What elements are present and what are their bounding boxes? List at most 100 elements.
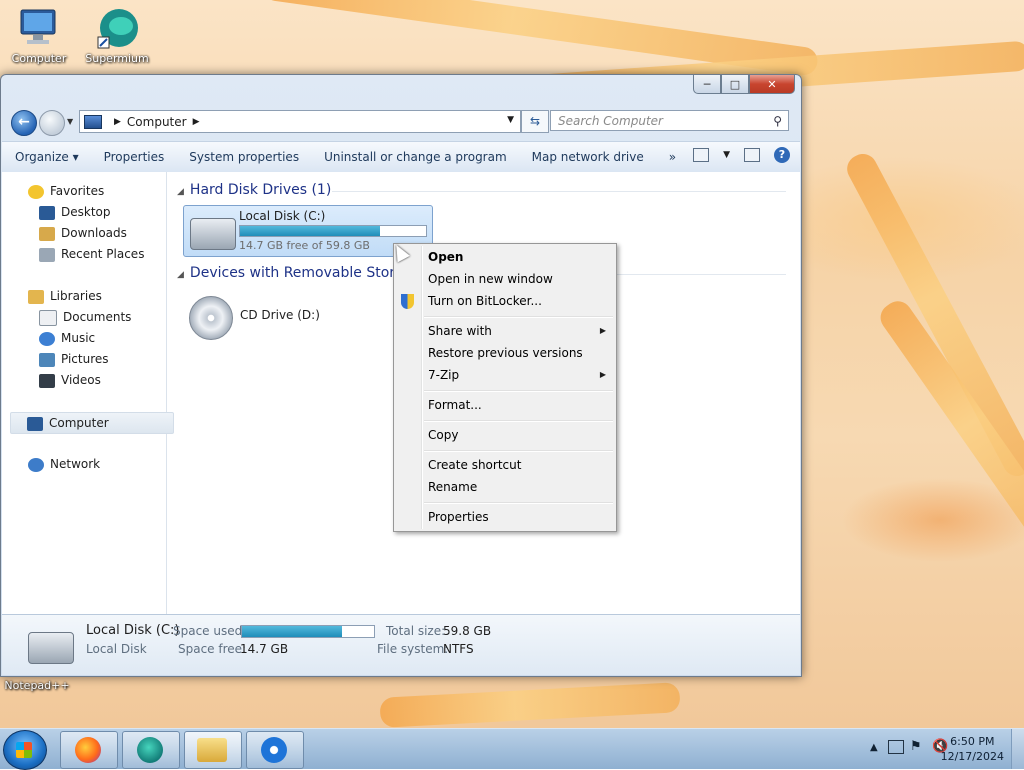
nav-label: Recent Places bbox=[61, 247, 145, 261]
menu-turn-on-bitlocker[interactable]: Turn on BitLocker... bbox=[428, 294, 542, 308]
search-placeholder: Search Computer bbox=[558, 114, 663, 128]
group-hard-disk-drives[interactable]: ◢ Hard Disk Drives (1) bbox=[177, 182, 331, 198]
start-button[interactable] bbox=[3, 730, 47, 770]
address-dropdown-icon[interactable]: ▼ bbox=[507, 115, 514, 125]
details-name: Local Disk (C:) bbox=[86, 623, 180, 638]
teamviewer-icon bbox=[261, 737, 287, 763]
recent-pages-dropdown[interactable]: ▼ bbox=[67, 117, 73, 126]
group-divider bbox=[332, 191, 786, 192]
network-icon bbox=[28, 457, 44, 472]
nav-label: Documents bbox=[63, 310, 132, 324]
menu-separator bbox=[424, 390, 613, 392]
nav-label: Libraries bbox=[50, 289, 102, 303]
collapse-icon[interactable]: ◢ bbox=[177, 187, 184, 197]
nav-videos[interactable]: Videos bbox=[39, 370, 101, 390]
computer-icon bbox=[84, 114, 102, 129]
help-icon[interactable]: ? bbox=[774, 147, 790, 163]
group-divider bbox=[617, 274, 786, 275]
taskbar: ▲ ⚑ 🔇 6:50 PM 12/17/2024 bbox=[0, 728, 1024, 770]
nav-libraries[interactable]: Libraries bbox=[28, 286, 102, 306]
view-dropdown-icon[interactable]: ▼ bbox=[723, 150, 730, 160]
nav-computer[interactable]: Computer bbox=[10, 412, 174, 434]
menu-separator bbox=[424, 502, 613, 504]
menu-open[interactable]: Open bbox=[428, 250, 463, 264]
minimize-button[interactable]: ─ bbox=[693, 75, 721, 94]
windows-logo-icon bbox=[16, 742, 32, 758]
supermium-icon bbox=[137, 737, 163, 763]
drive-usage-fill bbox=[240, 226, 381, 236]
more-commands-button[interactable]: » bbox=[669, 150, 688, 164]
nav-music[interactable]: Music bbox=[39, 328, 95, 348]
collapse-icon[interactable]: ◢ bbox=[177, 270, 184, 280]
details-type: Local Disk bbox=[86, 642, 147, 656]
network-status-icon[interactable] bbox=[888, 740, 904, 754]
menu-open-new-window[interactable]: Open in new window bbox=[428, 272, 553, 286]
menu-properties[interactable]: Properties bbox=[428, 510, 489, 524]
menu-rename[interactable]: Rename bbox=[428, 480, 477, 494]
uninstall-program-button[interactable]: Uninstall or change a program bbox=[324, 150, 519, 164]
nav-favorites[interactable]: Favorites bbox=[28, 181, 104, 201]
action-center-flag-icon[interactable]: ⚑ bbox=[910, 739, 922, 754]
menu-7zip[interactable]: 7-Zip bbox=[428, 368, 459, 382]
back-button[interactable]: ← bbox=[11, 110, 37, 136]
taskbar-teamviewer[interactable] bbox=[246, 731, 304, 769]
map-network-drive-button[interactable]: Map network drive bbox=[532, 150, 656, 164]
nav-pictures[interactable]: Pictures bbox=[39, 349, 109, 369]
desktop-icon-label: Supermium bbox=[85, 52, 149, 65]
menu-separator bbox=[424, 450, 613, 452]
documents-icon bbox=[39, 309, 57, 326]
preview-pane-icon[interactable] bbox=[744, 148, 760, 162]
total-size-label: Total size: bbox=[386, 624, 446, 638]
desktop-icon-supermium[interactable]: Supermium bbox=[82, 6, 152, 65]
folder-icon bbox=[197, 738, 227, 762]
search-icon[interactable]: ⚲ bbox=[773, 111, 782, 132]
organize-button[interactable]: Organize ▾ bbox=[15, 150, 91, 164]
forward-button[interactable] bbox=[39, 110, 65, 136]
properties-button[interactable]: Properties bbox=[104, 150, 177, 164]
supermium-icon bbox=[95, 6, 139, 50]
cd-drive-icon bbox=[189, 296, 233, 340]
breadcrumb-computer[interactable]: Computer bbox=[127, 115, 187, 129]
command-bar: Organize ▾ Properties System properties … bbox=[2, 141, 800, 173]
file-system-label: File system: bbox=[377, 642, 449, 656]
desktop-icon-computer[interactable]: Computer bbox=[4, 6, 74, 65]
menu-format[interactable]: Format... bbox=[428, 398, 482, 412]
nav-network[interactable]: Network bbox=[28, 454, 100, 474]
taskbar-supermium[interactable] bbox=[122, 731, 180, 769]
drive-free-text: 14.7 GB free of 59.8 GB bbox=[239, 239, 370, 252]
space-free-value: 14.7 GB bbox=[240, 642, 289, 656]
details-pane: Local Disk (C:) Local Disk Space used: S… bbox=[2, 614, 800, 675]
menu-create-shortcut[interactable]: Create shortcut bbox=[428, 458, 521, 472]
drive-name: Local Disk (C:) bbox=[239, 209, 326, 223]
breadcrumb-arrow-icon[interactable]: ▶ bbox=[114, 117, 121, 127]
nav-documents[interactable]: Documents bbox=[39, 307, 131, 327]
nav-recent-places[interactable]: Recent Places bbox=[39, 244, 144, 264]
system-properties-button[interactable]: System properties bbox=[189, 150, 311, 164]
menu-copy[interactable]: Copy bbox=[428, 428, 458, 442]
address-bar[interactable]: ▶ Computer ▶ ▼ bbox=[79, 110, 521, 133]
drive-usage-bar bbox=[239, 225, 427, 237]
breadcrumb-arrow-icon[interactable]: ▶ bbox=[193, 117, 200, 127]
taskbar-explorer[interactable] bbox=[184, 731, 242, 769]
show-desktop-button[interactable] bbox=[1011, 729, 1024, 769]
refresh-button[interactable]: ⇆ bbox=[521, 110, 549, 133]
nav-downloads[interactable]: Downloads bbox=[39, 223, 127, 243]
desktop-icon-notepadpp[interactable]: Notepad++ bbox=[2, 679, 72, 692]
videos-icon bbox=[39, 373, 55, 388]
menu-restore-previous-versions[interactable]: Restore previous versions bbox=[428, 346, 583, 360]
menu-share-with[interactable]: Share with bbox=[428, 324, 492, 338]
clock-time: 6:50 PM bbox=[950, 735, 995, 748]
computer-icon bbox=[17, 6, 61, 50]
close-button[interactable]: ✕ bbox=[749, 75, 795, 94]
nav-label: Network bbox=[50, 457, 101, 471]
maximize-button[interactable]: □ bbox=[721, 75, 749, 94]
nav-desktop[interactable]: Desktop bbox=[39, 202, 111, 222]
libraries-icon bbox=[28, 289, 44, 304]
search-input[interactable]: Search Computer ⚲ bbox=[550, 110, 789, 131]
submenu-arrow-icon: ▶ bbox=[599, 370, 606, 379]
taskbar-firefox[interactable] bbox=[60, 731, 118, 769]
change-view-icon[interactable] bbox=[693, 148, 710, 162]
navigation-bar: ← ▼ ▶ Computer ▶ ▼ ⇆ Search Computer ⚲ bbox=[9, 107, 793, 136]
clock[interactable]: 6:50 PM 12/17/2024 bbox=[941, 734, 1004, 764]
show-hidden-icons-icon[interactable]: ▲ bbox=[870, 742, 878, 753]
